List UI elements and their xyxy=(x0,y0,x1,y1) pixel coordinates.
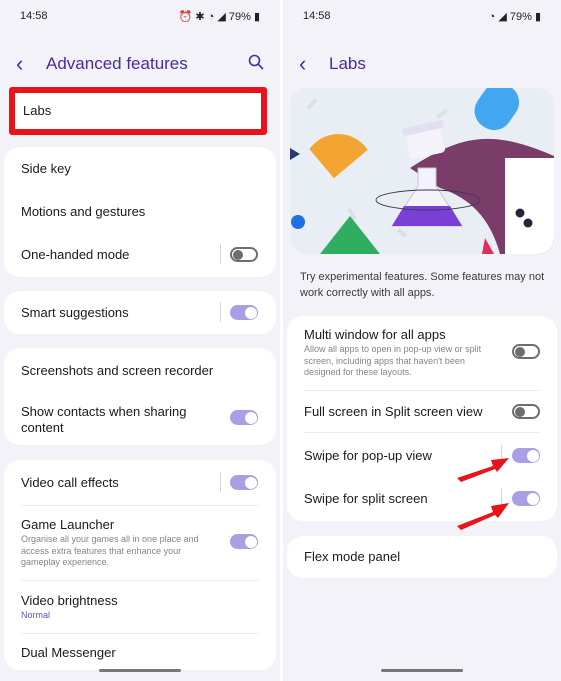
divider xyxy=(304,390,540,391)
divider xyxy=(21,580,259,581)
battery-level: 79% xyxy=(228,11,251,23)
game-launcher-label: Game Launcher xyxy=(21,517,115,532)
show-contacts-item[interactable]: Show contacts when sharing content xyxy=(21,404,216,436)
settings-group-1: Side key Motions and gestures One-handed… xyxy=(4,147,276,277)
video-brightness-value: Normal xyxy=(21,610,51,620)
divider xyxy=(21,633,259,634)
labs-item-label: Labs xyxy=(23,103,52,118)
video-call-effects-label: Video call effects xyxy=(21,475,119,490)
dual-messenger-label: Dual Messenger xyxy=(21,645,116,660)
labs-highlight-box[interactable]: Labs xyxy=(9,87,267,135)
settings-group-2: Smart suggestions xyxy=(4,291,276,334)
show-contacts-toggle[interactable] xyxy=(230,410,258,425)
divider xyxy=(220,472,221,492)
status-time: 14:58 xyxy=(20,10,48,22)
screenshots-item[interactable]: Screenshots and screen recorder xyxy=(21,363,259,379)
smart-suggestions-label: Smart suggestions xyxy=(21,305,129,320)
flex-mode-item[interactable]: Flex mode panel xyxy=(304,549,540,565)
one-handed-mode-label: One-handed mode xyxy=(21,247,130,262)
video-call-effects-toggle[interactable] xyxy=(230,475,258,490)
dual-messenger-item[interactable]: Dual Messenger xyxy=(21,645,259,661)
divider xyxy=(304,432,540,433)
back-arrow-icon[interactable]: ‹ xyxy=(299,52,306,76)
status-time: 14:58 xyxy=(303,10,331,22)
multi-window-label: Multi window for all apps xyxy=(304,327,446,342)
labs-illustration xyxy=(290,88,554,254)
settings-group-4: Video call effects Game Launcher Organis… xyxy=(4,460,276,670)
full-screen-split-label: Full screen in Split screen view xyxy=(304,404,483,419)
motions-gestures-item[interactable]: Motions and gestures xyxy=(21,204,259,220)
video-call-effects-item[interactable]: Video call effects xyxy=(21,475,259,491)
gesture-nav-bar[interactable] xyxy=(99,669,181,672)
red-arrow-annotations xyxy=(457,458,509,530)
arrow-icon xyxy=(457,503,509,530)
motions-gestures-label: Motions and gestures xyxy=(21,204,146,219)
arrow-icon xyxy=(457,458,509,482)
video-brightness-label: Video brightness xyxy=(21,593,118,608)
app-header: ‹ Labs xyxy=(283,52,561,78)
multi-window-description: Allow all apps to open in pop-up view or… xyxy=(304,344,482,377)
status-icons: ◔ ◢ 79% ▮ xyxy=(488,11,541,23)
advanced-features-screen: 14:58 ⏰ ✱ ◔ ◢ 79% ▮ ‹ Advanced features … xyxy=(0,0,280,681)
app-header: ‹ Advanced features xyxy=(0,52,280,78)
side-key-label: Side key xyxy=(21,161,71,176)
full-screen-split-item[interactable]: Full screen in Split screen view xyxy=(304,404,540,420)
multi-window-item[interactable]: Multi window for all apps Allow all apps… xyxy=(304,327,497,379)
page-title: Labs xyxy=(329,54,366,73)
screenshots-label: Screenshots and screen recorder xyxy=(21,363,214,378)
game-launcher-item[interactable]: Game Launcher Organise all your games al… xyxy=(21,517,216,569)
status-bar: 14:58 ⏰ ✱ ◔ ◢ 79% ▮ xyxy=(20,10,260,26)
divider xyxy=(220,302,221,322)
back-arrow-icon[interactable]: ‹ xyxy=(16,52,23,76)
search-icon[interactable] xyxy=(248,54,264,70)
game-launcher-toggle[interactable] xyxy=(230,534,258,549)
settings-group-3: Screenshots and screen recorder Show con… xyxy=(4,348,276,445)
flex-mode-label: Flex mode panel xyxy=(304,549,401,564)
battery-level: 79% xyxy=(509,11,532,23)
labs-screen: 14:58 ◔ ◢ 79% ▮ ‹ Labs Try experimental … xyxy=(283,0,561,681)
one-handed-mode-toggle[interactable] xyxy=(230,247,258,262)
side-key-item[interactable]: Side key xyxy=(21,161,259,177)
video-brightness-item[interactable]: Video brightness Normal xyxy=(21,593,259,622)
page-title: Advanced features xyxy=(46,54,188,73)
status-bar: 14:58 ◔ ◢ 79% ▮ xyxy=(303,10,541,26)
smart-suggestions-toggle[interactable] xyxy=(230,305,258,320)
status-icons: ⏰ ✱ ◔ ◢ 79% ▮ xyxy=(178,11,260,23)
show-contacts-label: Show contacts when sharing content xyxy=(21,404,187,435)
multi-window-toggle[interactable] xyxy=(512,344,540,359)
smart-suggestions-item[interactable]: Smart suggestions xyxy=(21,305,259,321)
game-launcher-description: Organise all your games all in one place… xyxy=(21,534,199,567)
labs-description: Try experimental features. Some features… xyxy=(300,271,545,299)
one-handed-mode-item[interactable]: One-handed mode xyxy=(21,247,259,263)
labs-flask-illustration xyxy=(290,88,554,254)
divider xyxy=(21,505,259,506)
gesture-nav-bar[interactable] xyxy=(381,669,463,672)
flex-mode-group: Flex mode panel xyxy=(287,536,557,578)
divider xyxy=(220,244,221,264)
full-screen-split-toggle[interactable] xyxy=(512,404,540,419)
